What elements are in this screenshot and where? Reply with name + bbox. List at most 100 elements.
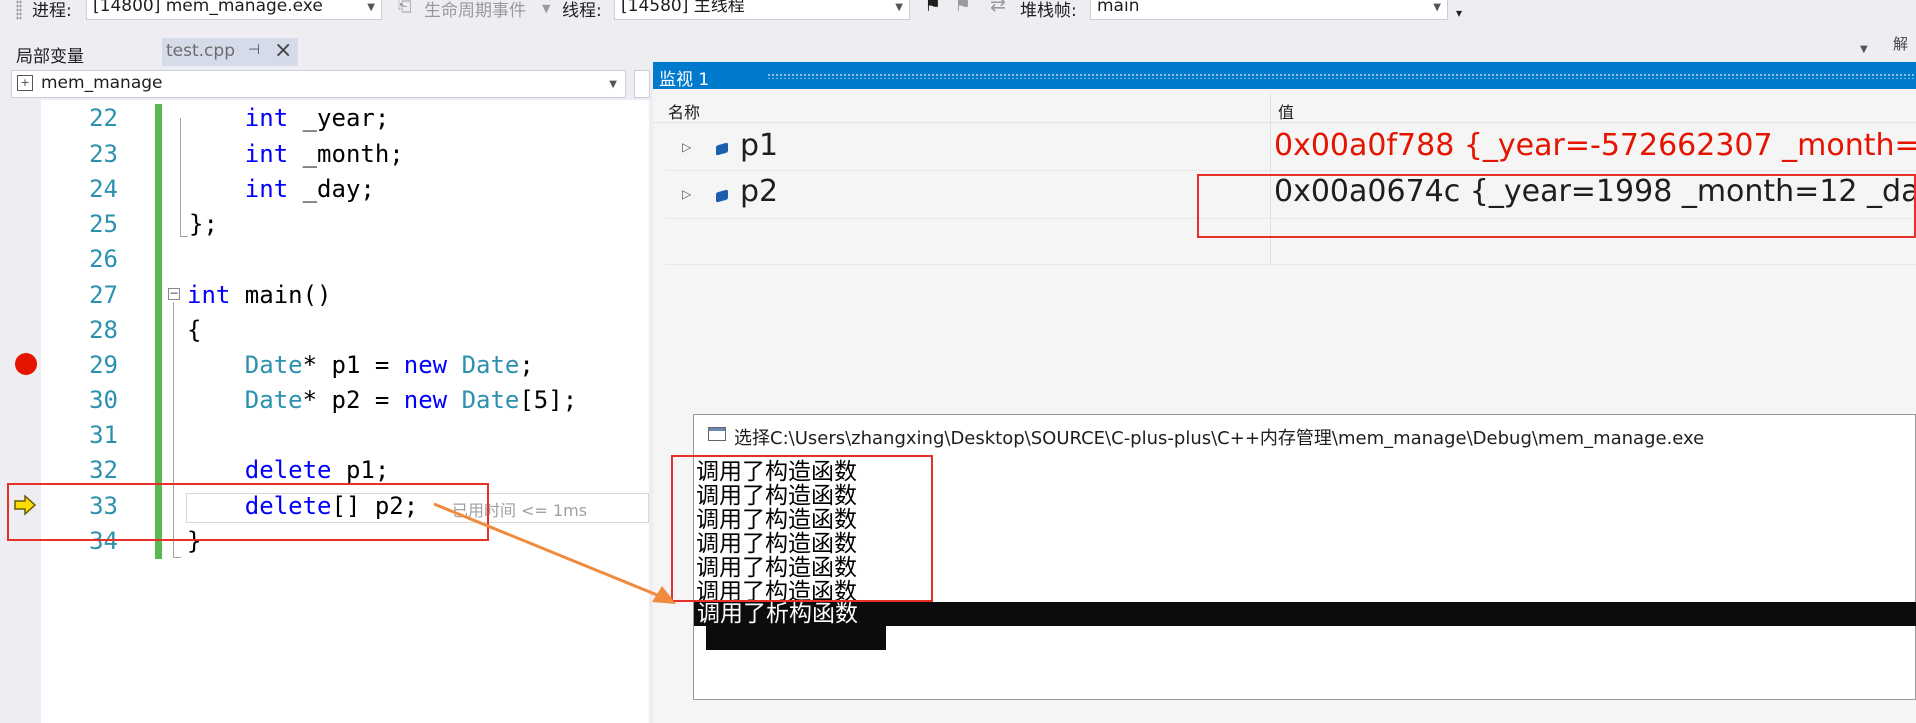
keyword: int [187, 281, 231, 309]
thread-dropdown[interactable]: [14580] 主线程 ▼ [614, 0, 910, 20]
type-name: Date [461, 386, 520, 414]
keyword: int [244, 104, 289, 132]
show-threads-icon[interactable]: ⇄ [990, 0, 1006, 16]
row-divider [665, 264, 1916, 265]
code-text: _month; [288, 140, 404, 168]
keyword: new [403, 351, 448, 379]
code-text: }; [189, 210, 218, 238]
code-text: * p1 = [302, 351, 404, 379]
line-number: 24 [89, 175, 118, 203]
solution-explorer-tab[interactable]: 解 [1890, 36, 1911, 51]
tab-locals[interactable]: 局部变量 [16, 42, 84, 67]
code-text: * p2 = [302, 386, 404, 414]
stack-frame-value: main [1097, 0, 1140, 16]
code-line[interactable]: Date* p2 = new Date[5]; [187, 386, 577, 414]
console-title: 选择C:\Users\zhangxing\Desktop\SOURCE\C-pl… [734, 428, 1705, 449]
watch-title: 监视 1 [659, 70, 710, 90]
annotation-arrow [433, 502, 676, 604]
debug-toolbar: 进程: [14800] mem_manage.exe ▼ ⎗ 生命周期事件 ▼ … [0, 0, 1916, 22]
toolbar-grip[interactable] [16, 0, 22, 20]
fold-guide [180, 118, 181, 236]
scope-label: mem_manage [41, 73, 163, 93]
code-line[interactable]: int _day; [187, 175, 375, 203]
line-number: 27 [89, 281, 118, 309]
code-line[interactable]: int _year; [187, 104, 390, 132]
code-text: { [187, 316, 202, 344]
watch-row[interactable]: ▷ p1 0x00a0f788 {_year=-572662307 _month… [664, 122, 1916, 170]
highlight-box-constructor-output [671, 455, 933, 602]
watch-name: p2 [740, 174, 779, 209]
watch-name: p1 [740, 128, 779, 163]
fold-guide-end [180, 236, 188, 237]
flag-all-icon[interactable]: ⚑ [954, 0, 971, 16]
code-text: main() [230, 281, 332, 309]
project-icon: + [17, 75, 33, 91]
code-text: p1; [331, 456, 390, 484]
highlight-box-delete-line [7, 483, 489, 541]
variable-icon [716, 189, 728, 203]
line-number: 29 [89, 351, 118, 379]
scope-dropdown[interactable]: + mem_manage ▼ [11, 70, 626, 98]
keyword: int [244, 175, 289, 203]
pin-icon[interactable]: ⊣ [248, 42, 260, 58]
line-number: 25 [89, 210, 118, 238]
thread-value: [14580] 主线程 [621, 0, 745, 16]
chevron-down-icon: ▼ [895, 2, 903, 13]
code-line[interactable]: int main() [187, 281, 332, 309]
console-titlebar[interactable]: 选择C:\Users\zhangxing\Desktop\SOURCE\C-pl… [694, 415, 1915, 453]
toolbar-overflow-icon[interactable]: ▾ [1456, 6, 1462, 20]
stack-frame-dropdown[interactable]: main ▼ [1090, 0, 1448, 20]
line-number: 28 [89, 316, 118, 344]
lifecycle-chevron-icon: ▼ [542, 2, 551, 15]
code-text: ; [519, 351, 534, 379]
chevron-down-icon: ▼ [1433, 2, 1441, 13]
code-line[interactable]: }; [189, 210, 218, 238]
code-line[interactable]: Date* p1 = new Date; [187, 351, 534, 379]
code-text: _year; [288, 104, 390, 132]
close-icon[interactable]: × [274, 38, 292, 63]
code-text: [5]; [519, 386, 578, 414]
tab-file-label: test.cpp [166, 41, 235, 61]
stack-frame-label: 堆栈帧: [1020, 1, 1077, 21]
flag-thread-icon[interactable]: ⚑ [924, 0, 941, 16]
chevron-down-icon: ▼ [609, 79, 617, 90]
tab-test-cpp[interactable]: test.cpp ⊣ × [162, 38, 298, 66]
watch-value: 0x00a0f788 {_year=-572662307 _month=-572 [1274, 128, 1916, 163]
keyword: delete [244, 456, 332, 484]
code-line[interactable]: int _month; [187, 140, 404, 168]
chevron-down-icon: ▼ [367, 2, 375, 13]
expand-icon[interactable]: ▷ [682, 140, 691, 154]
lifecycle-events-button[interactable]: 生命周期事件 [424, 0, 526, 21]
type-name: Date [461, 351, 520, 379]
console-selection-band [694, 602, 1916, 626]
lifecycle-icon: ⎗ [398, 0, 412, 16]
line-number: 22 [89, 104, 118, 132]
process-value: [14800] mem_manage.exe [93, 0, 323, 16]
code-text: _day; [288, 175, 375, 203]
console-icon [708, 427, 726, 441]
line-number: 32 [89, 456, 118, 484]
titlebar-grip [767, 73, 1916, 79]
variable-icon [716, 142, 728, 156]
column-header-name[interactable]: 名称 [668, 99, 700, 123]
dropdown-icon[interactable]: ▼ [1860, 44, 1868, 55]
line-number: 30 [89, 386, 118, 414]
column-header-value[interactable]: 值 [1278, 99, 1294, 123]
console-line-destructor: 调用了析构函数 [697, 601, 858, 627]
type-name: Date [244, 351, 303, 379]
type-name: Date [244, 386, 303, 414]
highlight-box-p2-value [1197, 174, 1916, 238]
keyword: new [403, 386, 448, 414]
line-number: 23 [89, 140, 118, 168]
watch-window-titlebar[interactable]: 监视 1 [653, 62, 1916, 90]
collapse-icon[interactable]: − [168, 287, 180, 300]
line-number: 26 [89, 245, 118, 273]
expand-icon[interactable]: ▷ [682, 187, 691, 201]
process-dropdown[interactable]: [14800] mem_manage.exe ▼ [86, 0, 382, 20]
member-dropdown[interactable] [634, 70, 650, 98]
code-line[interactable]: { [187, 316, 201, 344]
line-number: 31 [89, 421, 118, 449]
console-cursor-block [706, 626, 886, 650]
fold-guide-end [173, 557, 181, 558]
code-line[interactable]: delete p1; [187, 456, 390, 484]
